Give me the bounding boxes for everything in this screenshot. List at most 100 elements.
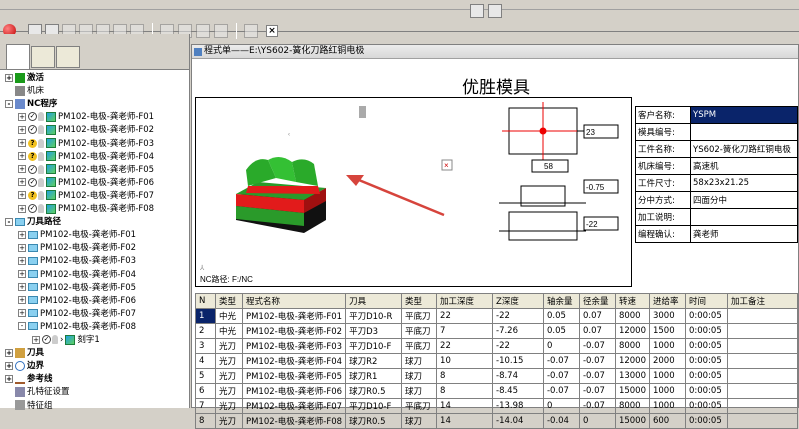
table-cell[interactable]: 8000: [614, 398, 650, 414]
save-icon[interactable]: [214, 24, 228, 38]
tree-item[interactable]: + ✓ PM102-电极-龚老师-F02: [18, 124, 154, 137]
table-cell[interactable]: 0.05: [542, 308, 580, 324]
column-header[interactable]: Z深度: [492, 293, 544, 309]
info-value[interactable]: [690, 123, 798, 141]
expand-icon[interactable]: +: [18, 256, 26, 265]
table-cell[interactable]: 平底刀: [401, 308, 438, 324]
table-cell[interactable]: -8.45: [492, 383, 544, 399]
table-cell[interactable]: 0: [542, 398, 580, 414]
table-cell[interactable]: 0:00:05: [684, 308, 728, 324]
table-cell[interactable]: -0.07: [542, 383, 580, 399]
tree-item[interactable]: + PM102-电极-龚老师-F02: [18, 242, 136, 255]
table-cell[interactable]: 12000: [614, 353, 650, 369]
expand-icon[interactable]: +: [18, 191, 26, 200]
expand-icon[interactable]: +: [18, 309, 26, 318]
info-value[interactable]: YS602-簧化刀路红铜电极: [690, 140, 798, 158]
table-cell[interactable]: 平刀D10-F: [345, 338, 403, 354]
table-cell[interactable]: PM102-电极-龚老师-F05: [241, 368, 347, 384]
table-cell[interactable]: 0.07: [578, 308, 616, 324]
table-cell[interactable]: 光刀: [214, 338, 243, 354]
tree-item[interactable]: + ✓ PM102-电极-龚老师-F01: [18, 111, 154, 124]
table-cell[interactable]: 0.05: [542, 323, 580, 339]
table-cell[interactable]: PM102-电极-龚老师-F07: [241, 398, 347, 414]
tree-item[interactable]: + PM102-电极-龚老师-F01: [18, 229, 136, 242]
table-cell[interactable]: 13000: [614, 368, 650, 384]
column-header[interactable]: 类型: [401, 293, 438, 309]
info-value[interactable]: 龚老师: [690, 225, 798, 243]
table-row[interactable]: 4 光刀 PM102-电极-龚老师-F04 球刀R2 球刀 10 -10.15 -0.07 -0…: [195, 353, 799, 369]
expand-icon[interactable]: -: [18, 322, 26, 331]
table-cell[interactable]: PM102-电极-龚老师-F06: [241, 383, 347, 399]
table-cell[interactable]: 1000: [648, 398, 686, 414]
tree-item[interactable]: - 刀具路径: [5, 216, 61, 229]
info-value[interactable]: [690, 208, 798, 226]
tree-item[interactable]: + ✓ PM102-电极-龚老师-F05: [18, 164, 154, 177]
table-cell[interactable]: 14: [436, 413, 493, 429]
column-header[interactable]: 径余量: [578, 293, 616, 309]
table-cell[interactable]: 0: [578, 413, 616, 429]
table-cell[interactable]: 平底刀: [401, 323, 438, 339]
table-cell[interactable]: [726, 368, 799, 384]
table-cell[interactable]: 球刀R0.5: [345, 413, 403, 429]
table-cell[interactable]: 2: [195, 323, 216, 339]
table-cell[interactable]: 8: [436, 383, 493, 399]
table-cell[interactable]: [726, 308, 799, 324]
table-cell[interactable]: 4: [195, 353, 216, 369]
table-cell[interactable]: 0:00:05: [684, 383, 728, 399]
table-cell[interactable]: [726, 338, 799, 354]
table-cell[interactable]: 1000: [648, 338, 686, 354]
table-cell[interactable]: [726, 323, 799, 339]
table-cell[interactable]: 0: [542, 338, 580, 354]
table-cell[interactable]: 7: [436, 323, 493, 339]
table-cell[interactable]: -13.98: [492, 398, 544, 414]
tree-item[interactable]: + 刀具: [5, 347, 44, 360]
table-cell[interactable]: 1: [195, 308, 216, 324]
table-cell[interactable]: 中光: [214, 308, 243, 324]
tree-item[interactable]: +? PM102-电极-龚老师-F04: [18, 151, 154, 164]
table-cell[interactable]: 5: [195, 368, 216, 384]
expand-icon[interactable]: +: [18, 204, 26, 213]
table-cell[interactable]: [726, 398, 799, 414]
table-cell[interactable]: -22: [492, 308, 544, 324]
table-row[interactable]: 6 光刀 PM102-电极-龚老师-F06 球刀R0.5 球刀 8 -8.45 -0.07 -0…: [195, 383, 799, 399]
table-cell[interactable]: 0:00:05: [684, 368, 728, 384]
tree-item[interactable]: + ✓ PM102-电极-龚老师-F06: [18, 177, 154, 190]
table-row[interactable]: 1 中光 PM102-电极-龚老师-F01 平刀D10-R 平底刀 22 -22 0.05 0.…: [195, 308, 799, 324]
tab-document[interactable]: [56, 46, 80, 68]
table-cell[interactable]: PM102-电极-龚老师-F02: [241, 323, 347, 339]
table-cell[interactable]: 光刀: [214, 353, 243, 369]
window-icon[interactable]: [244, 24, 258, 38]
table-cell[interactable]: -0.07: [578, 338, 616, 354]
tree-item[interactable]: 特征组: [5, 400, 53, 413]
table-cell[interactable]: PM102-电极-龚老师-F04: [241, 353, 347, 369]
table-cell[interactable]: -0.07: [542, 353, 580, 369]
table-cell[interactable]: -0.07: [542, 368, 580, 384]
table-cell[interactable]: 10: [436, 353, 493, 369]
table-cell[interactable]: [726, 353, 799, 369]
table-row[interactable]: 5 光刀 PM102-电极-龚老师-F05 球刀R1 球刀 8 -8.74 -0.07 -0.0…: [195, 368, 799, 384]
tree-item[interactable]: - NC程序: [5, 98, 57, 111]
table-cell[interactable]: 光刀: [214, 368, 243, 384]
table-cell[interactable]: 光刀: [214, 413, 243, 429]
expand-icon[interactable]: +: [18, 270, 26, 278]
table-cell[interactable]: 6: [195, 383, 216, 399]
tab-explorer[interactable]: [6, 44, 30, 69]
table-cell[interactable]: 22: [436, 338, 493, 354]
table-cell[interactable]: 球刀: [401, 353, 438, 369]
table-cell[interactable]: 球刀R0.5: [345, 383, 403, 399]
table-cell[interactable]: PM102-电极-龚老师-F08: [241, 413, 347, 429]
table-cell[interactable]: 球刀: [401, 413, 438, 429]
close-icon[interactable]: ×: [266, 25, 278, 37]
expand-icon[interactable]: +: [32, 335, 40, 344]
column-header[interactable]: 类型: [214, 293, 243, 309]
expand-icon[interactable]: +: [5, 374, 13, 383]
table-cell[interactable]: 8000: [614, 308, 650, 324]
edit-icon[interactable]: [196, 24, 210, 38]
column-header[interactable]: 进给率: [648, 293, 686, 309]
table-cell[interactable]: -14.04: [492, 413, 544, 429]
table-cell[interactable]: PM102-电极-龚老师-F01: [241, 308, 347, 324]
tree-item[interactable]: + PM102-电极-龚老师-F06: [18, 295, 136, 308]
tree-item[interactable]: + PM102-电极-龚老师-F03: [18, 255, 136, 268]
info-value[interactable]: 58x23x21.25: [690, 174, 798, 192]
table-cell[interactable]: 光刀: [214, 398, 243, 414]
